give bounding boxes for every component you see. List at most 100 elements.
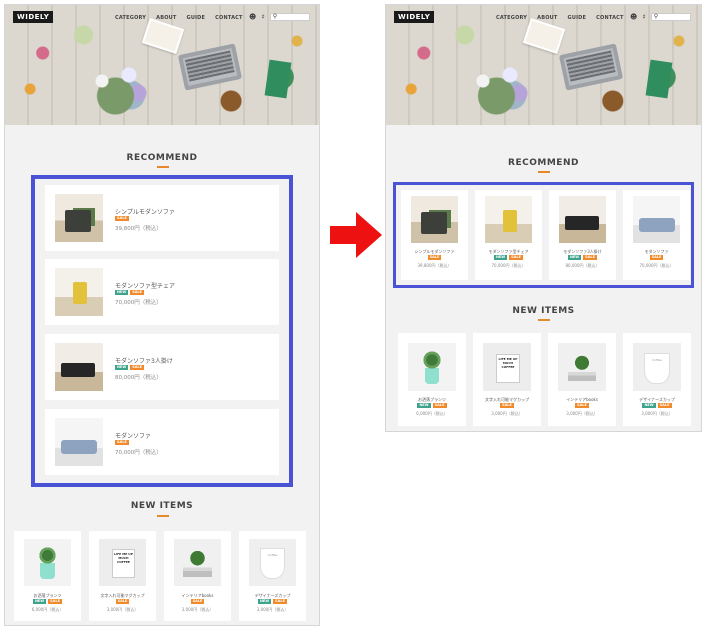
hero-flowers — [456, 57, 546, 117]
product-name: モダンソファ3人掛け — [115, 358, 173, 365]
cart-icon[interactable]: ♯ — [642, 13, 645, 21]
product-price: 70,000円（税込） — [639, 263, 674, 268]
product-price: 3,000円（税込） — [566, 411, 598, 416]
recommend-item[interactable]: モダンソファ SALE 70,000円（税込） — [623, 190, 690, 280]
product-price: 3,000円（税込） — [106, 607, 139, 612]
site-logo[interactable]: WIDELY — [394, 11, 435, 23]
recommend-grid-highlight: シンプルモダンソファ SALE 39,800円（税込） モダンソファ型チェア N… — [393, 182, 694, 288]
new-badge: NEW — [642, 403, 656, 408]
site-logo[interactable]: WIDELY — [13, 11, 54, 23]
new-item[interactable]: お洒落プランツ NEW SALE 6,000円（税込） — [14, 531, 81, 621]
product-price: 6,000円（税込） — [31, 607, 64, 612]
product-price: 80,000円（税込） — [565, 263, 600, 268]
header-icons: ☻ ♯ ⚲ — [630, 13, 691, 21]
sale-badge: SALE — [509, 255, 524, 260]
product-price: 80,000円（税込） — [115, 375, 162, 381]
product-badges: SALE — [473, 403, 541, 408]
product-badges: SALE — [401, 255, 468, 260]
nav-item-guide[interactable]: GUIDE — [187, 15, 206, 21]
header-nav: WIDELY CATEGORY ABOUT GUIDE CONTACT ☻ ♯ … — [5, 5, 319, 27]
product-name: モダンソファ — [115, 433, 152, 440]
product-price: 70,000円（税込） — [115, 450, 162, 456]
product-image — [485, 196, 532, 243]
section-title-new-items: NEW ITEMS — [512, 306, 575, 316]
hero-laptop — [177, 43, 243, 91]
nav-item-contact[interactable]: CONTACT — [215, 15, 242, 21]
product-name: シンプルモダンソファ — [115, 209, 175, 216]
before-page: WIDELY CATEGORY ABOUT GUIDE CONTACT ☻ ♯ … — [4, 4, 320, 626]
new-badge: NEW — [115, 365, 129, 370]
main-menu: CATEGORY ABOUT GUIDE CONTACT — [115, 15, 243, 21]
new-item[interactable]: デザイナーズカップ NEW SALE 3,000円（税込） — [239, 531, 306, 621]
hero-flowers — [75, 57, 165, 117]
new-item[interactable]: お洒落プランツ NEW SALE 6,000円（税込） — [398, 333, 466, 426]
recommend-item[interactable]: モダンソファ SALE 70,000円（税込） — [45, 409, 279, 475]
search-input[interactable]: ⚲ — [269, 13, 310, 21]
product-image — [633, 196, 680, 243]
product-image — [24, 539, 71, 586]
product-image — [55, 418, 103, 466]
new-item[interactable]: インテリアbooks SALE 3,000円（税込） — [548, 333, 616, 426]
nav-item-category[interactable]: CATEGORY — [115, 15, 146, 21]
search-input[interactable]: ⚲ — [650, 13, 691, 21]
new-badge: NEW — [567, 255, 582, 260]
new-item[interactable]: 文字入れ可能マグカップ SALE 3,000円（税込） — [473, 333, 541, 426]
hero-laptop — [558, 43, 624, 91]
product-badges: NEW SALE — [398, 403, 466, 408]
recommend-item[interactable]: モダンソファ3人掛け NEW SALE 80,000円（税込） — [549, 190, 616, 280]
comparison-stage: WIDELY CATEGORY ABOUT GUIDE CONTACT ☻ ♯ … — [0, 0, 706, 640]
nav-item-guide[interactable]: GUIDE — [568, 15, 587, 21]
hero-image: WIDELY CATEGORY ABOUT GUIDE CONTACT ☻ ♯ … — [5, 5, 319, 125]
cart-icon[interactable]: ♯ — [261, 13, 264, 21]
product-image — [558, 343, 606, 391]
nav-item-about[interactable]: ABOUT — [537, 15, 557, 21]
after-page: WIDELY CATEGORY ABOUT GUIDE CONTACT ☻ ♯ … — [385, 4, 702, 432]
title-underline — [538, 171, 550, 173]
product-image — [408, 343, 456, 391]
recommend-item[interactable]: モダンソファ型チェア NEW SALE 70,000円（税込） — [45, 259, 279, 325]
recommend-item[interactable]: シンプルモダンソファ SALE 39,800円（税込） — [401, 190, 468, 280]
sale-badge: SALE — [432, 403, 447, 408]
new-item[interactable]: 文字入れ可能マグカップ SALE 3,000円（税込） — [89, 531, 156, 621]
product-badges: NEW SALE — [14, 599, 81, 604]
new-badge: NEW — [32, 599, 47, 604]
product-badges: NEW SALE — [549, 255, 616, 260]
user-icon[interactable]: ☻ — [249, 13, 256, 21]
recommend-item[interactable]: モダンソファ3人掛け NEW SALE 80,000円（税込） — [45, 334, 279, 400]
product-image — [174, 539, 221, 586]
product-badges: SALE — [623, 255, 690, 260]
product-badges: NEW SALE — [623, 403, 691, 408]
search-icon: ⚲ — [272, 13, 278, 20]
new-items-row: お洒落プランツ NEW SALE 6,000円（税込） 文字入れ可能マグカップ … — [14, 531, 306, 621]
sale-badge: SALE — [48, 599, 63, 604]
product-image — [55, 194, 103, 242]
product-image — [411, 196, 458, 243]
header-nav: WIDELY CATEGORY ABOUT GUIDE CONTACT ☻ ♯ … — [386, 5, 701, 27]
new-badge: NEW — [493, 255, 508, 260]
sale-badge: SALE — [190, 599, 205, 604]
header-icons: ☻ ♯ ⚲ — [249, 13, 310, 21]
product-image — [249, 539, 296, 586]
main-menu: CATEGORY ABOUT GUIDE CONTACT — [496, 15, 624, 21]
hero-box — [645, 59, 673, 99]
product-badges: SALE — [164, 599, 231, 604]
nav-item-contact[interactable]: CONTACT — [596, 15, 623, 21]
sale-badge: SALE — [130, 365, 145, 370]
product-price: 3,000円（税込） — [181, 607, 214, 612]
sale-badge: SALE — [115, 216, 129, 221]
sale-badge: SALE — [273, 599, 288, 604]
product-price: 3,000円（税込） — [491, 411, 523, 416]
recommend-item[interactable]: モダンソファ型チェア NEW SALE 70,000円（税込） — [475, 190, 542, 280]
new-items-row: お洒落プランツ NEW SALE 6,000円（税込） 文字入れ可能マグカップ … — [398, 333, 691, 426]
sale-badge: SALE — [575, 403, 589, 408]
new-badge: NEW — [417, 403, 431, 408]
product-image — [633, 343, 681, 391]
user-icon[interactable]: ☻ — [630, 13, 637, 21]
new-badge: NEW — [115, 290, 129, 295]
nav-item-about[interactable]: ABOUT — [156, 15, 176, 21]
nav-item-category[interactable]: CATEGORY — [496, 15, 527, 21]
product-badges: NEW SALE — [239, 599, 306, 604]
new-item[interactable]: インテリアbooks SALE 3,000円（税込） — [164, 531, 231, 621]
recommend-item[interactable]: シンプルモダンソファ SALE 39,800円（税込） — [45, 185, 279, 251]
new-item[interactable]: デザイナーズカップ NEW SALE 3,000円（税込） — [623, 333, 691, 426]
